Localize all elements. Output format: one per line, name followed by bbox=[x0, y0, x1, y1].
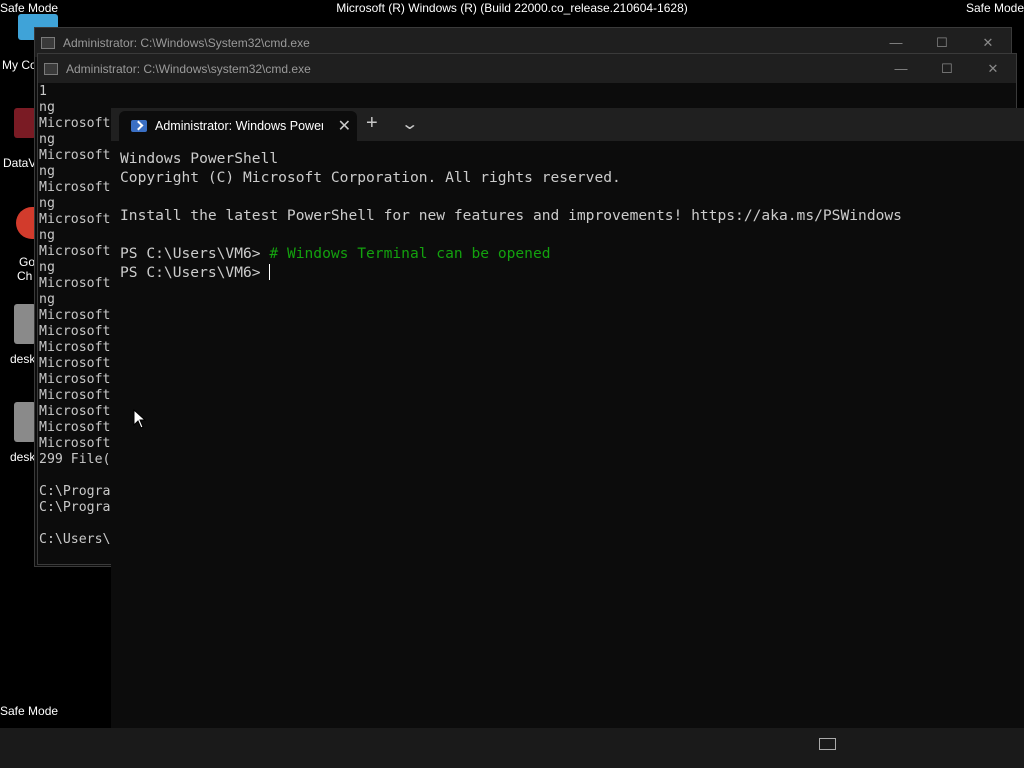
close-button[interactable]: ✕ bbox=[970, 54, 1016, 83]
output-line: Copyright (C) Microsoft Corporation. All… bbox=[120, 169, 621, 186]
text-caret bbox=[269, 264, 271, 280]
minimize-button[interactable]: — bbox=[878, 54, 924, 83]
powershell-icon bbox=[131, 120, 147, 132]
desktop-icon-label: Ch bbox=[17, 269, 33, 283]
windows-terminal[interactable]: Administrator: Windows PowerShell ✕ + ⌄ … bbox=[111, 108, 1024, 728]
mouse-pointer-icon bbox=[133, 409, 147, 429]
safe-mode-label: Safe Mode bbox=[0, 704, 59, 718]
close-tab-icon[interactable]: ✕ bbox=[338, 116, 351, 136]
prompt: PS C:\Users\VM6> bbox=[120, 264, 270, 281]
output-line: Install the latest PowerShell for new fe… bbox=[120, 207, 902, 224]
output-line: Windows PowerShell bbox=[120, 150, 279, 167]
cmd-icon bbox=[41, 36, 55, 49]
cmd-icon bbox=[44, 62, 58, 75]
desktop-icon-label: desk bbox=[10, 450, 36, 464]
terminal-output[interactable]: Windows PowerShell Copyright (C) Microso… bbox=[120, 149, 1024, 282]
safe-mode-label: Safe Mode bbox=[965, 1, 1024, 15]
chevron-down-icon[interactable]: ⌄ bbox=[400, 114, 419, 134]
tab-powershell[interactable]: Administrator: Windows PowerShell ✕ bbox=[119, 111, 357, 141]
desktop-icon-label: desk bbox=[10, 352, 36, 366]
desktop-icon-label: DataV bbox=[3, 156, 37, 170]
gear-icon[interactable] bbox=[14, 402, 36, 442]
cmd-title: Administrator: C:\Windows\System32\cmd.e… bbox=[63, 35, 310, 50]
taskbar bbox=[0, 728, 1024, 768]
tab-title: Administrator: Windows PowerShell bbox=[155, 119, 323, 133]
cmd-line: 1 bbox=[39, 84, 47, 99]
prompt: PS C:\Users\VM6> bbox=[120, 245, 270, 262]
desktop-icon-label: Go bbox=[19, 255, 36, 269]
tab-bar: Administrator: Windows PowerShell ✕ + ⌄ bbox=[111, 108, 1024, 141]
maximize-button[interactable]: ☐ bbox=[924, 54, 970, 83]
new-tab-button[interactable]: + bbox=[366, 112, 378, 135]
desktop-icon-label: My Co bbox=[2, 58, 37, 72]
cmd-title: Administrator: C:\Windows\system32\cmd.e… bbox=[66, 61, 311, 76]
datav-app-icon[interactable] bbox=[14, 108, 36, 138]
keyboard-icon[interactable] bbox=[819, 738, 836, 750]
gear-icon[interactable] bbox=[14, 304, 36, 344]
cmd-titlebar[interactable]: Administrator: C:\Windows\system32\cmd.e… bbox=[38, 54, 1016, 83]
comment-text: # Windows Terminal can be opened bbox=[269, 245, 551, 262]
build-info: Microsoft (R) Windows (R) (Build 22000.c… bbox=[336, 1, 688, 15]
